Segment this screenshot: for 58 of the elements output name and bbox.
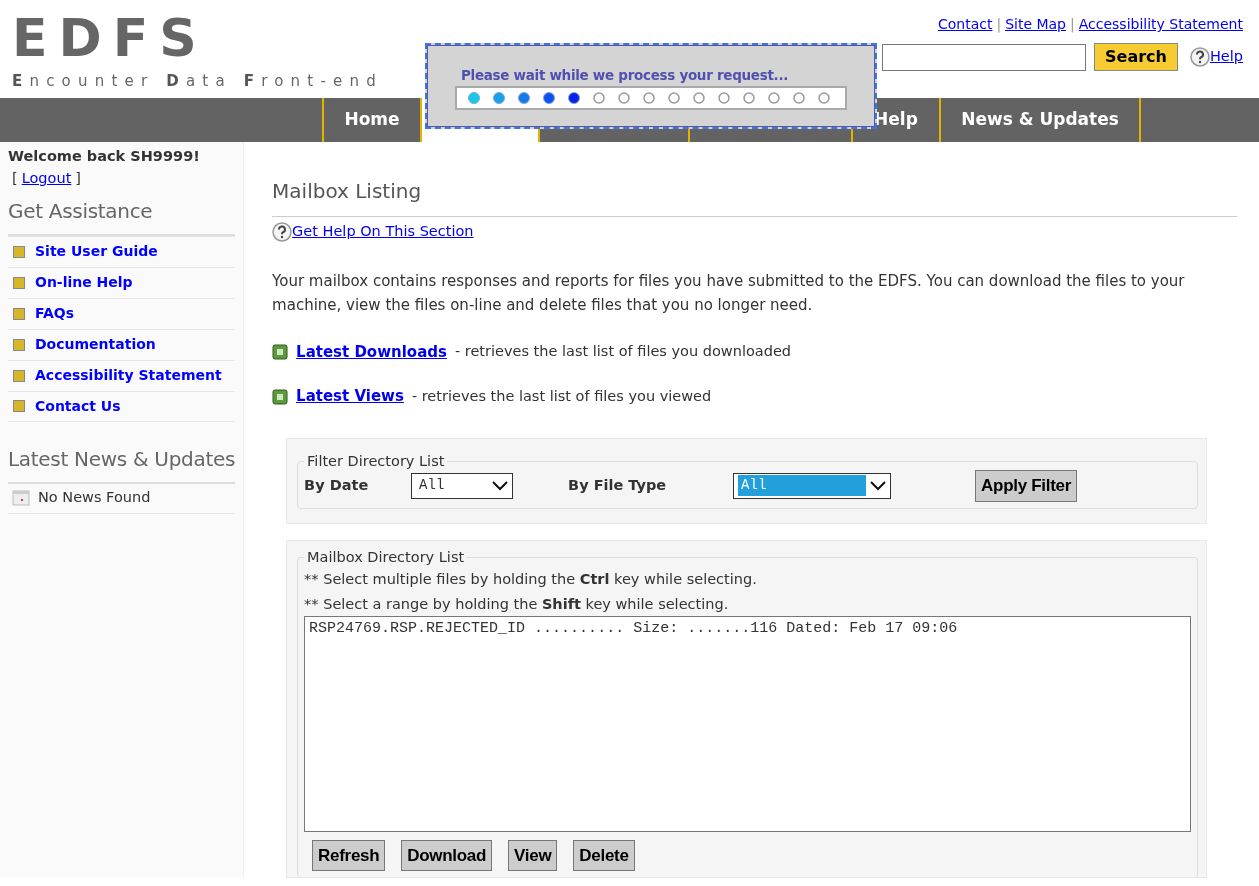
sidebar-link[interactable]: Site User Guide: [8, 235, 236, 267]
sidebar-link[interactable]: On-line Help: [8, 266, 236, 298]
bullet-icon: [13, 338, 25, 351]
page-title: Mailbox Listing: [272, 178, 423, 205]
link-separator: |: [996, 15, 1002, 35]
square-bullet-icon: [272, 344, 289, 360]
link-description: - retrieves the last list of files you downloaded: [454, 342, 792, 362]
bracket-text: ]: [75, 169, 81, 186]
group-legend: Filter Directory List: [304, 452, 448, 471]
sidebar-link[interactable]: Contact Us: [8, 390, 236, 422]
search-field[interactable]: [882, 43, 1086, 71]
top-link[interactable]: Contact: [937, 14, 993, 35]
action-button[interactable]: View: [508, 839, 558, 872]
chevron-down-icon: [870, 480, 887, 491]
chevron-down-icon: [492, 480, 509, 491]
square-bullet-icon: [272, 388, 289, 405]
welcome-text: Welcome back SH9999!: [8, 147, 201, 166]
help-icon: [1189, 47, 1210, 67]
action-button[interactable]: Delete: [573, 839, 635, 872]
sidebar-link[interactable]: Documentation: [8, 328, 236, 360]
loading-message: Please wait while we process your request...: [461, 66, 790, 85]
news-item: No News Found: [38, 488, 151, 508]
intro-paragraph: Your mailbox contains responses and reports for files you have submitted to the EDFS. You can download the files to your machine, view the files on-line and delete files that you no longer need.: [272, 270, 1186, 316]
bullet-icon: [13, 245, 25, 258]
logout-link[interactable]: Logout: [21, 169, 72, 186]
calendar-icon: [12, 490, 30, 506]
quick-link[interactable]: Latest Views: [296, 385, 404, 408]
bracket-text: [: [12, 169, 18, 186]
nav-tab[interactable]: News & Updates: [941, 98, 1141, 142]
field-label: By File Type: [568, 476, 668, 495]
dropdown[interactable]: All: [411, 472, 514, 499]
group-legend: Mailbox Directory List: [304, 548, 468, 567]
bullet-icon: [13, 400, 25, 412]
link-separator: |: [1070, 15, 1075, 35]
site-logo: EDFS: [12, 12, 209, 64]
top-link[interactable]: Site Map: [1005, 14, 1066, 35]
apply-filter-button[interactable]: Apply Filter: [975, 470, 1077, 502]
action-button[interactable]: Download: [401, 839, 493, 872]
bullet-icon: [13, 307, 25, 320]
section-heading: Latest News & Updates: [8, 445, 236, 473]
section-heading: Get Assistance: [8, 197, 154, 225]
search-button[interactable]: Search: [1094, 43, 1178, 71]
hint-text: ** Select a range by holding the Shift key while selecting.: [304, 594, 730, 614]
field-label: By Date: [304, 476, 370, 495]
quick-link[interactable]: Latest Downloads: [296, 340, 447, 364]
help-link[interactable]: Help: [1209, 46, 1243, 68]
sidebar-link[interactable]: Accessibility Statement: [8, 359, 236, 391]
top-link[interactable]: Accessibility Statement: [1078, 14, 1243, 35]
section-help-link[interactable]: Get Help On This Section: [292, 221, 474, 243]
link-description: - retrieves the last list of files you viewed: [411, 386, 712, 406]
file-list[interactable]: RSP24769.RSP.REJECTED_ID .......... Size: .......116 Dated: Feb 17 09:06: [304, 615, 1191, 832]
bullet-icon: [13, 369, 25, 382]
file-list-item[interactable]: RSP24769.RSP.REJECTED_ID .......... Size: .......116 Dated: Feb 17 09:06: [309, 617, 1186, 641]
action-button[interactable]: Refresh: [312, 839, 386, 872]
hint-text: ** Select multiple files by holding the Ctrl key while selecting.: [304, 570, 758, 590]
help-icon: [272, 221, 293, 242]
bullet-icon: [13, 276, 25, 289]
sidebar-link[interactable]: FAQs: [8, 297, 236, 329]
